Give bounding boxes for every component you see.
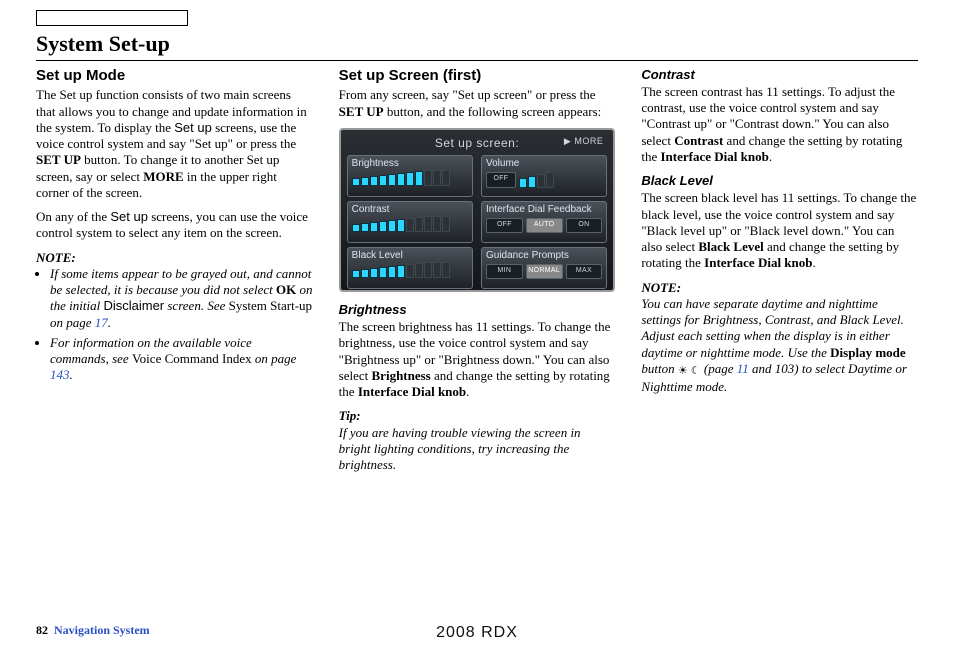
- page-title: System Set-up: [36, 30, 918, 60]
- setup-screen-heading: Set up Screen (first): [339, 67, 616, 86]
- black-level-body: The screen black level has 11 settings. …: [641, 190, 918, 271]
- title-rule: [36, 60, 918, 61]
- column-3: Contrast The screen contrast has 11 sett…: [641, 67, 918, 482]
- column-2: Set up Screen (first) From any screen, s…: [339, 67, 616, 482]
- footer-section: Navigation System: [54, 623, 150, 638]
- brightness-body: The screen brightness has 11 settings. T…: [339, 319, 616, 400]
- tip-label: Tip:: [339, 408, 616, 424]
- setup-screen-p1: From any screen, say "Set up screen" or …: [339, 87, 616, 120]
- setup-mode-p1: The Set up function consists of two main…: [36, 87, 313, 201]
- tip-body: If you are having trouble viewing the sc…: [339, 425, 616, 474]
- black-level-heading: Black Level: [641, 173, 918, 189]
- page-footer: 82 Navigation System 2008 RDX: [36, 623, 918, 638]
- cell-black-level: Black Level: [347, 247, 473, 289]
- cell-brightness: Brightness: [347, 155, 473, 197]
- cell-contrast: Contrast: [347, 201, 473, 243]
- note3-body: You can have separate daytime and nightt…: [641, 296, 918, 395]
- cell-guidance: Guidance Prompts MINNORMALMAX: [481, 247, 607, 289]
- note-item-2: For information on the available voice c…: [50, 335, 313, 384]
- page-number: 82: [36, 623, 48, 638]
- more-button: ▶ MORE: [564, 136, 603, 147]
- setup-mode-p2: On any of the Set up screens, you can us…: [36, 209, 313, 242]
- setup-mode-heading: Set up Mode: [36, 67, 313, 86]
- contrast-body: The screen contrast has 11 settings. To …: [641, 84, 918, 165]
- screen-title: Set up screen: ▶ MORE: [347, 134, 608, 155]
- header-box: [36, 10, 188, 26]
- note3-label: NOTE:: [641, 280, 918, 296]
- brightness-heading: Brightness: [339, 302, 616, 318]
- setup-screen-image: Set up screen: ▶ MORE Brightness Volume …: [339, 128, 616, 292]
- contrast-heading: Contrast: [641, 67, 918, 83]
- note-label: NOTE:: [36, 250, 313, 266]
- note-list: If some items appear to be grayed out, a…: [36, 266, 313, 384]
- note-item-1: If some items appear to be grayed out, a…: [50, 266, 313, 331]
- footer-model: 2008 RDX: [436, 623, 518, 643]
- cell-interface-dial: Interface Dial Feedback OFFAUTOON: [481, 201, 607, 243]
- column-1: Set up Mode The Set up function consists…: [36, 67, 313, 482]
- cell-volume: Volume OFF: [481, 155, 607, 197]
- day-night-icon: ☀ ☾: [678, 365, 701, 377]
